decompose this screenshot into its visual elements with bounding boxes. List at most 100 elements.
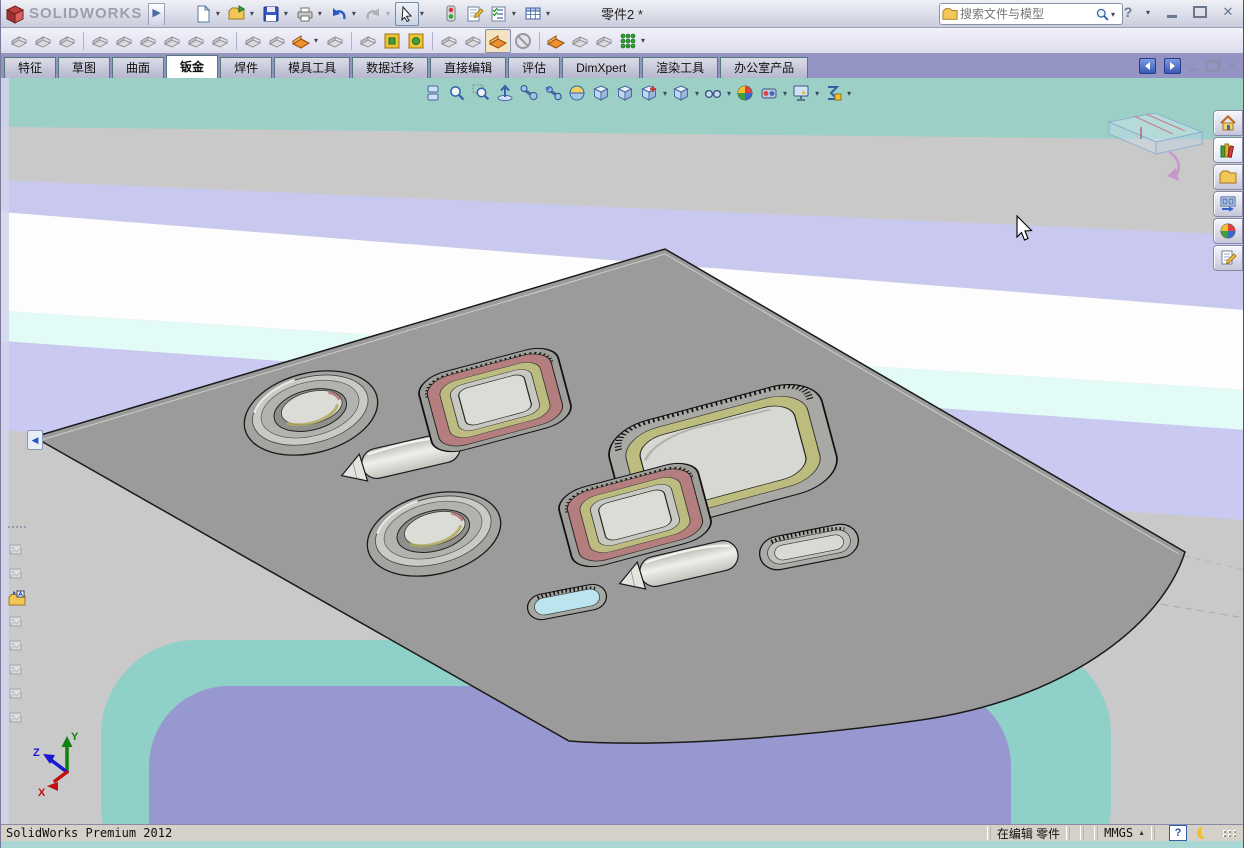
new-caret[interactable]: ▾ — [216, 9, 220, 18]
featuremanager-collapse-arrow[interactable]: ◀ — [27, 430, 43, 450]
units-caret[interactable]: ▲ — [1138, 830, 1145, 837]
unfold-icon — [437, 30, 461, 52]
hem-icon — [136, 30, 160, 52]
tab-direct-editing[interactable]: 直接编辑 — [430, 57, 507, 78]
save-icon[interactable] — [259, 2, 283, 26]
solidworks-window: SOLIDWORKS ▶ ▾ ▾ ▾ ▾ ▾ ▾ ▾ ▾ ▾ 零件2 * ▾ ?… — [0, 0, 1244, 848]
sheetmetal-toolbar: ▾ ▾ — [1, 28, 1243, 54]
pattern-caret[interactable]: ▾ — [641, 36, 645, 45]
dock-left-icon[interactable] — [1138, 58, 1156, 74]
search-icon[interactable] — [1095, 7, 1110, 22]
help-caret[interactable]: ▾ — [1146, 8, 1150, 17]
search-caret[interactable]: ▾ — [1111, 10, 1115, 19]
view-palette-icon[interactable] — [1213, 191, 1243, 217]
commandmanager-tabs: 特征 草图 曲面 钣金 焊件 模具工具 数据迁移 直接编辑 评估 DimXper… — [1, 54, 1243, 78]
tab-weldments[interactable]: 焊件 — [220, 57, 273, 78]
select-icon[interactable] — [394, 1, 419, 26]
options-icon[interactable] — [487, 2, 511, 26]
undo-caret[interactable]: ▾ — [352, 9, 356, 18]
open-icon[interactable] — [225, 2, 249, 26]
custom-properties-icon[interactable] — [1213, 245, 1243, 271]
search-box[interactable]: ▾ — [939, 3, 1123, 25]
edit-appearance-icon[interactable] — [757, 82, 781, 104]
zoom-area-icon[interactable] — [469, 82, 493, 104]
table-icon[interactable] — [521, 2, 545, 26]
resize-grip[interactable] — [1223, 829, 1237, 837]
select-caret[interactable]: ▾ — [420, 9, 424, 18]
zoom-fit-icon[interactable] — [445, 82, 469, 104]
title-bar: SOLIDWORKS ▶ ▾ ▾ ▾ ▾ ▾ ▾ ▾ ▾ ▾ 零件2 * ▾ ?… — [1, 0, 1243, 28]
view-cube-icon[interactable] — [669, 82, 693, 104]
save-caret[interactable]: ▾ — [284, 9, 288, 18]
new-icon[interactable] — [191, 2, 215, 26]
tab-sketch[interactable]: 草图 — [58, 57, 111, 78]
view-settings-caret[interactable]: ▾ — [815, 89, 819, 98]
dock-right-icon[interactable] — [1163, 58, 1181, 74]
rebuild-icon[interactable] — [439, 2, 463, 26]
hide-show-caret[interactable]: ▾ — [727, 89, 731, 98]
file-explorer-icon[interactable] — [1213, 164, 1243, 190]
mdi-restore-button[interactable] — [1205, 60, 1219, 72]
rip-icon[interactable] — [544, 30, 568, 52]
solidworks-resources-icon[interactable] — [1213, 110, 1243, 136]
tab-surfaces[interactable]: 曲面 — [112, 57, 165, 78]
print-icon[interactable] — [293, 2, 317, 26]
previous-view-icon[interactable] — [517, 82, 541, 104]
instant3d-icon[interactable] — [821, 82, 845, 104]
table-caret[interactable]: ▾ — [546, 9, 550, 18]
search-input[interactable] — [958, 6, 1095, 22]
options-caret[interactable]: ▾ — [512, 9, 516, 18]
window-controls: ? ▾ ✕ — [1117, 2, 1239, 22]
status-help-icon[interactable]: ? — [1169, 825, 1187, 841]
minimize-button[interactable] — [1161, 2, 1183, 22]
corner-caret[interactable]: ▾ — [314, 36, 318, 45]
view-cube-caret[interactable]: ▾ — [695, 89, 699, 98]
graphics-area[interactable]: Y Z X ▾ ▾ ▾ ▾ ▾ ▾ ◀ — [1, 78, 1243, 848]
normal-to-icon[interactable] — [493, 82, 517, 104]
undo-icon[interactable] — [327, 2, 351, 26]
design-library-icon[interactable] — [1213, 137, 1243, 163]
app-version-text: SolidWorks Premium 2012 — [6, 826, 173, 840]
view-orientation-icon[interactable] — [589, 82, 613, 104]
flatten-icon[interactable] — [485, 28, 512, 53]
hide-show-items-icon[interactable] — [701, 82, 725, 104]
convert-to-sheetmetal-icon — [31, 30, 55, 52]
appearances-scenes-icon[interactable] — [1213, 218, 1243, 244]
tab-sheetmetal[interactable]: 钣金 — [166, 55, 219, 78]
tab-dimxpert[interactable]: DimXpert — [562, 57, 641, 78]
quick-tips-icon[interactable] — [1197, 826, 1210, 839]
tab-render-tools[interactable]: 渲染工具 — [642, 57, 719, 78]
display-style-icon[interactable] — [613, 82, 637, 104]
add-view-icon[interactable] — [637, 82, 661, 104]
add-view-caret[interactable]: ▾ — [663, 89, 667, 98]
tab-data-migration[interactable]: 数据迁移 — [352, 57, 429, 78]
help-button[interactable]: ? — [1117, 2, 1139, 22]
unit-system-selector[interactable]: MMGS — [1104, 826, 1133, 840]
vent-circular-icon[interactable] — [404, 30, 428, 52]
apply-scene-icon[interactable] — [733, 82, 757, 104]
restore-view-icon[interactable] — [541, 82, 565, 104]
linear-pattern-icon[interactable] — [616, 30, 640, 52]
tab-office-products[interactable]: 办公室产品 — [720, 57, 809, 78]
tab-evaluate[interactable]: 评估 — [508, 57, 561, 78]
menu-expand-arrow[interactable]: ▶ — [148, 2, 165, 25]
print-caret[interactable]: ▾ — [318, 9, 322, 18]
tab-features[interactable]: 特征 — [4, 57, 57, 78]
open-caret[interactable]: ▾ — [250, 9, 254, 18]
layers-icon[interactable] — [421, 82, 445, 104]
restore-button[interactable] — [1189, 2, 1211, 22]
toolbar-drag-handle[interactable] — [8, 526, 26, 534]
vent-icon[interactable] — [380, 30, 404, 52]
section-view-icon[interactable] — [565, 82, 589, 104]
appearance-caret[interactable]: ▾ — [783, 89, 787, 98]
tab-mold-tools[interactable]: 模具工具 — [274, 57, 351, 78]
mdi-close-button[interactable]: ✕ — [1227, 59, 1237, 73]
close-button[interactable]: ✕ — [1217, 2, 1239, 22]
file-properties-icon[interactable] — [463, 2, 487, 26]
sketch-picture-edit-icon — [5, 562, 29, 586]
instant3d-caret[interactable]: ▾ — [847, 89, 851, 98]
break-corner-icon[interactable] — [289, 30, 313, 52]
mdi-minimize-button[interactable] — [1188, 61, 1198, 71]
design-library-open-icon[interactable] — [5, 586, 29, 610]
view-settings-icon[interactable] — [789, 82, 813, 104]
